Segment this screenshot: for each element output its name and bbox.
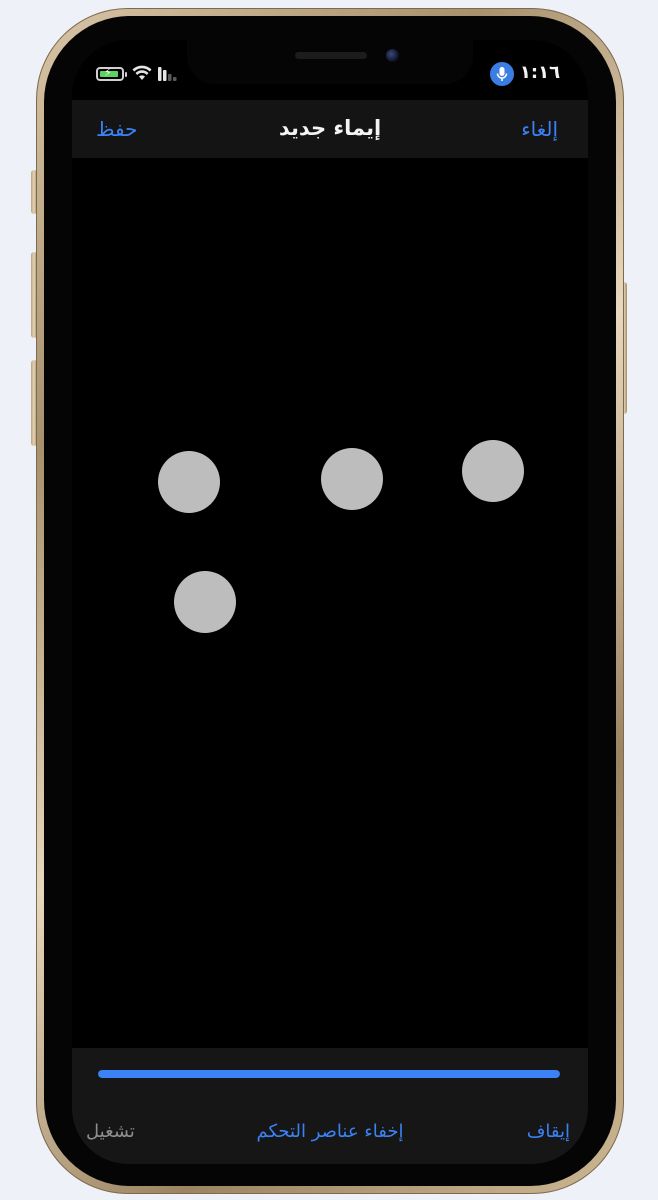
bottom-toolbar: إيقاف إخفاء عناصر التحكم تشغيل	[72, 1104, 588, 1164]
battery-cap	[125, 72, 127, 77]
microphone-glyph	[496, 67, 508, 81]
screen: ⚡ ١:١٦ إلغاء إيماء جديد حفظ إيقاف إخفاء …	[72, 40, 588, 1164]
gesture-canvas[interactable]	[72, 158, 588, 1048]
touch-point	[158, 451, 220, 513]
charging-bolt-icon: ⚡	[104, 66, 112, 79]
page-title: إيماء جديد	[278, 116, 382, 140]
navigation-bar: إلغاء إيماء جديد حفظ	[72, 100, 588, 158]
touch-point	[174, 571, 236, 633]
save-button[interactable]: حفظ	[96, 114, 137, 144]
play-button[interactable]: تشغيل	[86, 1118, 135, 1146]
cellular-signal-icon	[158, 67, 177, 81]
battery-charging-icon: ⚡	[96, 66, 124, 81]
touch-point	[462, 440, 524, 502]
status-bar: ⚡ ١:١٦	[72, 40, 588, 100]
gesture-progress-fill	[98, 1070, 560, 1078]
wifi-icon	[132, 65, 152, 80]
microphone-icon	[490, 62, 514, 86]
touch-point	[321, 448, 383, 510]
hide-controls-button[interactable]: إخفاء عناصر التحكم	[72, 1118, 588, 1146]
gesture-progress-track[interactable]	[98, 1070, 560, 1078]
status-time: ١:١٦	[519, 62, 561, 83]
device-stage: ⚡ ١:١٦ إلغاء إيماء جديد حفظ إيقاف إخفاء …	[0, 0, 658, 1200]
timeline-bar	[72, 1048, 588, 1104]
